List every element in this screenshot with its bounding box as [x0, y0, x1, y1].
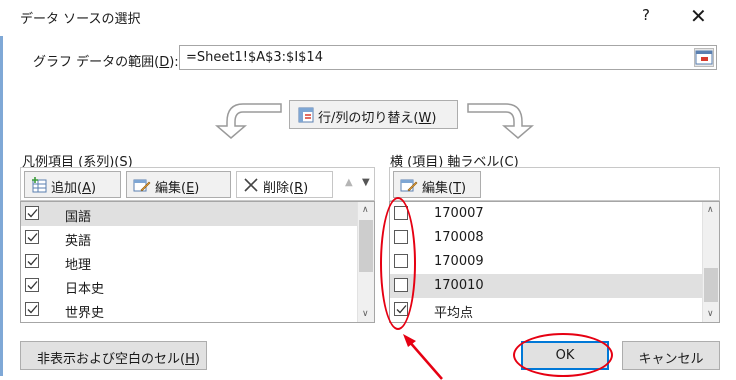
help-button[interactable]: ? [642, 6, 650, 24]
hidden-empty-cells-button[interactable]: 非表示および空白のセル(H) [20, 341, 207, 370]
legend-checkbox[interactable] [25, 278, 39, 292]
window-edge [0, 36, 3, 376]
delete-series-label: 削除(R) [263, 181, 309, 196]
checkmark-icon [27, 233, 38, 242]
scroll-up-icon[interactable]: ∧ [707, 205, 714, 215]
axis-toolbar: 編集(T) [389, 167, 720, 201]
legend-list-item[interactable]: 国語 [21, 202, 374, 226]
axis-list-item[interactable]: 170008 [390, 226, 719, 250]
dialog-title: データ ソースの選択 [20, 12, 141, 27]
edit-axis-labels-button[interactable]: 編集(T) [393, 171, 481, 198]
edit-axis-labels-label: 編集(T) [422, 181, 467, 196]
move-up-button[interactable]: ▲ [345, 177, 353, 188]
legend-toolbar: 追加(A) 編集(E) 削除(R) ▲ ▼ [20, 167, 375, 201]
legend-list-item[interactable]: 世界史 [21, 298, 374, 322]
switch-row-column-label: 行/列の切り替え(W) [318, 111, 437, 126]
legend-checkbox[interactable] [25, 230, 39, 244]
legend-list-scrollbar[interactable]: ∧ ∨ [357, 202, 374, 322]
edit-series-button[interactable]: 編集(E) [126, 171, 231, 198]
checkmark-icon [27, 281, 38, 290]
annotation-arrow-icon [403, 334, 443, 380]
delete-series-button[interactable]: 削除(R) [236, 171, 333, 198]
legend-checkbox[interactable] [25, 206, 39, 220]
axis-list-item[interactable]: 170007 [390, 202, 719, 226]
add-series-label: 追加(A) [51, 181, 97, 196]
legend-item-label: 地理 [65, 258, 92, 273]
edit-table-icon [133, 179, 151, 192]
switch-row-column-icon [298, 107, 314, 123]
cancel-label: キャンセル [638, 352, 704, 367]
axis-list-item[interactable]: 平均点 [390, 298, 719, 322]
axis-item-label: 平均点 [434, 306, 474, 321]
add-series-button[interactable]: 追加(A) [24, 171, 121, 198]
annotation-oval-checkboxes [380, 197, 416, 330]
move-down-button[interactable]: ▼ [362, 177, 370, 188]
axis-item-label: 170008 [434, 230, 484, 245]
scroll-down-icon[interactable]: ∨ [362, 309, 369, 319]
data-range-value[interactable]: =Sheet1!$A$3:$I$14 [186, 50, 323, 65]
select-data-source-dialog: データ ソースの選択 ? ✕ グラフ データの範囲(D): =Sheet1!$A… [0, 0, 736, 380]
checkmark-icon [27, 305, 38, 314]
axis-list-scrollbar[interactable]: ∧ ∨ [702, 202, 719, 322]
axis-item-label: 170007 [434, 206, 484, 221]
legend-list-item[interactable]: 日本史 [21, 274, 374, 298]
legend-item-label: 英語 [65, 234, 92, 249]
checkmark-icon [27, 257, 38, 266]
curved-arrow-right-icon [467, 103, 535, 139]
add-table-icon [32, 177, 47, 193]
delete-x-icon [244, 178, 258, 192]
data-range-input[interactable]: =Sheet1!$A$3:$I$14 [179, 45, 717, 70]
legend-checkbox[interactable] [25, 302, 39, 316]
curved-arrow-left-icon [214, 103, 282, 139]
edit-table-icon [400, 179, 418, 192]
scroll-down-icon[interactable]: ∨ [707, 309, 714, 319]
collapse-dialog-icon[interactable] [694, 48, 714, 67]
legend-entries-list[interactable]: 国語英語地理日本史世界史 ∧ ∨ [20, 201, 375, 323]
legend-checkbox[interactable] [25, 254, 39, 268]
axis-list-item[interactable]: 170010 [390, 274, 719, 298]
hidden-empty-cells-label: 非表示および空白のセル(H) [37, 352, 200, 367]
scroll-up-icon[interactable]: ∧ [362, 205, 369, 215]
cancel-button[interactable]: キャンセル [622, 341, 720, 370]
axis-labels-list[interactable]: 170007 170008 170009 170010 平均点 ∧ ∨ [389, 201, 720, 323]
axis-list-item[interactable]: 170009 [390, 250, 719, 274]
checkmark-icon [27, 209, 38, 218]
close-button[interactable]: ✕ [690, 4, 707, 28]
annotation-oval-ok [513, 333, 613, 377]
scroll-thumb[interactable] [704, 268, 718, 302]
legend-item-label: 日本史 [65, 282, 105, 297]
legend-item-label: 世界史 [65, 306, 105, 321]
legend-item-label: 国語 [65, 210, 92, 225]
switch-row-column-button[interactable]: 行/列の切り替え(W) [289, 100, 458, 129]
axis-item-label: 170010 [434, 278, 484, 293]
axis-item-label: 170009 [434, 254, 484, 269]
legend-list-item[interactable]: 英語 [21, 226, 374, 250]
scroll-thumb[interactable] [359, 220, 373, 272]
legend-list-item[interactable]: 地理 [21, 250, 374, 274]
edit-series-label: 編集(E) [155, 181, 200, 196]
data-range-label: グラフ データの範囲(D): [33, 55, 179, 70]
